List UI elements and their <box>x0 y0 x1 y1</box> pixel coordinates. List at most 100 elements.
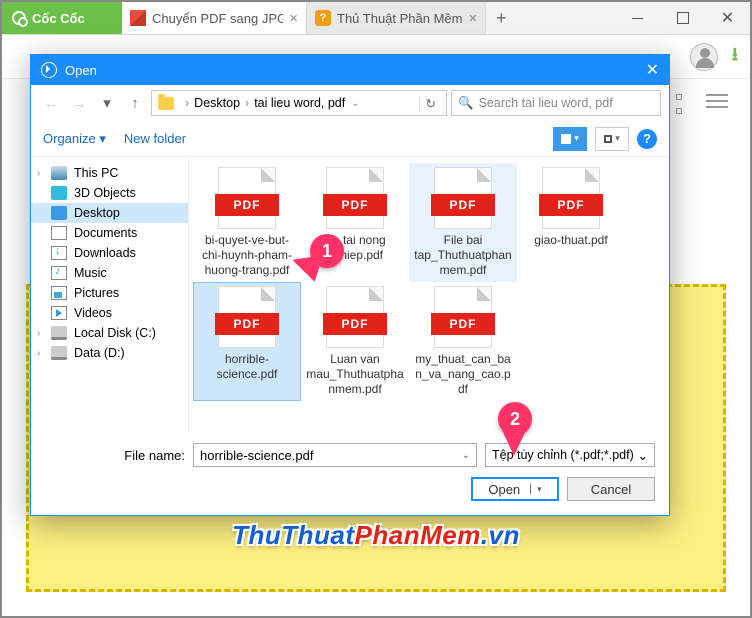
breadcrumb-dropdown-icon[interactable]: ⌄ <box>351 98 359 109</box>
tree-item-pictures[interactable]: Pictures <box>31 283 188 303</box>
chevron-down-icon[interactable]: ⌄ <box>638 448 648 463</box>
dialog-icon <box>41 62 57 78</box>
tree-item-label: Desktop <box>74 206 120 220</box>
tree-item-videos[interactable]: Videos <box>31 303 188 323</box>
chevron-right-icon[interactable]: › <box>37 168 40 179</box>
breadcrumb-item[interactable]: tai lieu word, pdf <box>254 96 345 110</box>
tree-item-documents[interactable]: Documents <box>31 223 188 243</box>
pdf-badge: PDF <box>323 194 387 216</box>
file-item[interactable]: PDF horrible-science.pdf <box>193 282 301 401</box>
file-name: giao-thuat.pdf <box>521 233 621 248</box>
tree-item-desktop[interactable]: Desktop <box>31 203 188 223</box>
file-thumbnail: PDF <box>218 286 276 348</box>
tree-item-3d-objects[interactable]: 3D Objects <box>31 183 188 203</box>
dialog-nav-row: ← → ▾ ↑ › Desktop › tai lieu word, pdf ⌄… <box>31 85 669 121</box>
nav-up-button[interactable]: ↑ <box>123 91 147 115</box>
tree-item-label: Local Disk (C:) <box>74 326 156 340</box>
file-name: Luan van mau_Thuthuatphanmem.pdf <box>305 352 405 397</box>
dialog-close-button[interactable]: ✕ <box>646 60 659 80</box>
new-folder-button[interactable]: New folder <box>124 131 186 146</box>
refresh-button[interactable]: ↻ <box>419 96 442 111</box>
file-thumbnail: PDF <box>218 167 276 229</box>
favicon-icon <box>130 10 146 26</box>
new-tab-button[interactable]: + <box>486 2 516 34</box>
tree-item-data-d-[interactable]: › Data (D:) <box>31 343 188 363</box>
chevron-right-icon[interactable]: › <box>37 328 40 339</box>
chevron-down-icon[interactable]: ⌄ <box>462 450 470 461</box>
tab-inactive[interactable]: ? Thủ Thuật Phần Mềm × <box>307 2 486 34</box>
doc-icon <box>51 226 67 240</box>
tree-item-label: Music <box>74 266 107 280</box>
pic-icon <box>51 286 67 300</box>
pdf-badge: PDF <box>323 313 387 335</box>
profile-avatar-icon[interactable] <box>690 43 718 71</box>
file-item[interactable]: PDFmy_thuat_can_ban_va_nang_cao.pdf <box>409 282 517 401</box>
pdf-badge: PDF <box>539 194 603 216</box>
file-item[interactable]: PDF giao-thuat.pdf <box>517 163 625 282</box>
search-icon: 🔍 <box>458 96 474 111</box>
vid-icon <box>51 306 67 320</box>
window-close-button[interactable]: ✕ <box>705 2 750 34</box>
pdf-badge: PDF <box>431 313 495 335</box>
pdf-badge: PDF <box>431 194 495 216</box>
file-thumbnail: PDF <box>326 286 384 348</box>
tree-item-label: 3D Objects <box>74 186 136 200</box>
dialog-title: Open <box>65 63 97 78</box>
watermark: ThuThuatPhanMem.vn <box>232 520 520 551</box>
dialog-titlebar[interactable]: Open ✕ <box>31 55 669 85</box>
file-name-label: File name: <box>45 448 185 463</box>
menu-icon[interactable] <box>706 94 728 110</box>
search-placeholder: Search tai lieu word, pdf <box>479 96 613 110</box>
download-icon[interactable]: ⭳ <box>732 42 738 72</box>
file-thumbnail: PDF <box>434 286 492 348</box>
pc-icon <box>51 166 67 180</box>
file-name: horrible-science.pdf <box>197 352 297 382</box>
view-thumbnails-button[interactable]: ▾ <box>553 127 587 151</box>
dialog-command-bar: Organize ▾ New folder ▾ ▾ ? <box>31 121 669 157</box>
desk-icon <box>51 206 67 220</box>
tab-active[interactable]: Chuyển PDF sang JPG × <box>122 2 307 34</box>
tree-item-this-pc[interactable]: › This PC <box>31 163 188 183</box>
file-item[interactable]: PDF Luan van mau_Thuthuatphanmem.pdf <box>301 282 409 401</box>
favicon-icon: ? <box>315 10 331 26</box>
tree-item-downloads[interactable]: Downloads <box>31 243 188 263</box>
annotation-arrow-icon <box>502 430 526 468</box>
tab-title: Chuyển PDF sang JPG <box>152 11 283 26</box>
nav-forward-button[interactable]: → <box>67 91 91 115</box>
pdf-badge: PDF <box>215 194 279 216</box>
tree-item-label: Documents <box>74 226 137 240</box>
address-bar[interactable]: › Desktop › tai lieu word, pdf ⌄ ↻ <box>151 90 447 116</box>
mus-icon <box>51 266 67 280</box>
annotation-badge-1: 1 <box>310 234 344 268</box>
file-grid: PDFbi-quyet-ve-but-chi-huynh-pham-huong-… <box>189 157 669 433</box>
window-minimize-button[interactable] <box>615 2 660 34</box>
obj-icon <box>51 186 67 200</box>
tree-item-music[interactable]: Music <box>31 263 188 283</box>
dialog-footer: File name: horrible-science.pdf ⌄ Tệp tù… <box>31 433 669 515</box>
tree-item-label: This PC <box>74 166 118 180</box>
view-preview-button[interactable]: ▾ <box>595 127 629 151</box>
tree-item-label: Pictures <box>74 286 119 300</box>
cancel-button[interactable]: Cancel <box>567 477 655 501</box>
window-maximize-button[interactable] <box>660 2 705 34</box>
help-button[interactable]: ? <box>637 129 657 149</box>
search-input[interactable]: 🔍 Search tai lieu word, pdf <box>451 90 661 116</box>
tab-close-icon[interactable]: × <box>289 10 298 27</box>
tree-item-local-disk-c-[interactable]: › Local Disk (C:) <box>31 323 188 343</box>
open-button[interactable]: Open▏▾ <box>471 477 559 501</box>
nav-dropdown-button[interactable]: ▾ <box>95 91 119 115</box>
file-thumbnail: PDF <box>326 167 384 229</box>
file-name: File bai tap_Thuthuatphanmem.pdf <box>413 233 513 278</box>
browser-tabstrip: Cốc Cốc Chuyển PDF sang JPG × ? Thủ Thuậ… <box>2 2 750 35</box>
folder-icon <box>158 97 174 110</box>
tree-item-label: Data (D:) <box>74 346 125 360</box>
nav-back-button[interactable]: ← <box>39 91 63 115</box>
chevron-right-icon[interactable]: › <box>37 348 40 359</box>
tab-close-icon[interactable]: × <box>469 10 478 27</box>
organize-menu[interactable]: Organize ▾ <box>43 131 106 147</box>
breadcrumb-item[interactable]: Desktop <box>194 96 240 110</box>
file-item[interactable]: PDF File bai tap_Thuthuatphanmem.pdf <box>409 163 517 282</box>
open-file-dialog: Open ✕ ← → ▾ ↑ › Desktop › tai lieu word… <box>30 54 670 516</box>
file-name-input[interactable]: horrible-science.pdf ⌄ <box>193 443 477 467</box>
browser-logo: Cốc Cốc <box>2 2 122 34</box>
